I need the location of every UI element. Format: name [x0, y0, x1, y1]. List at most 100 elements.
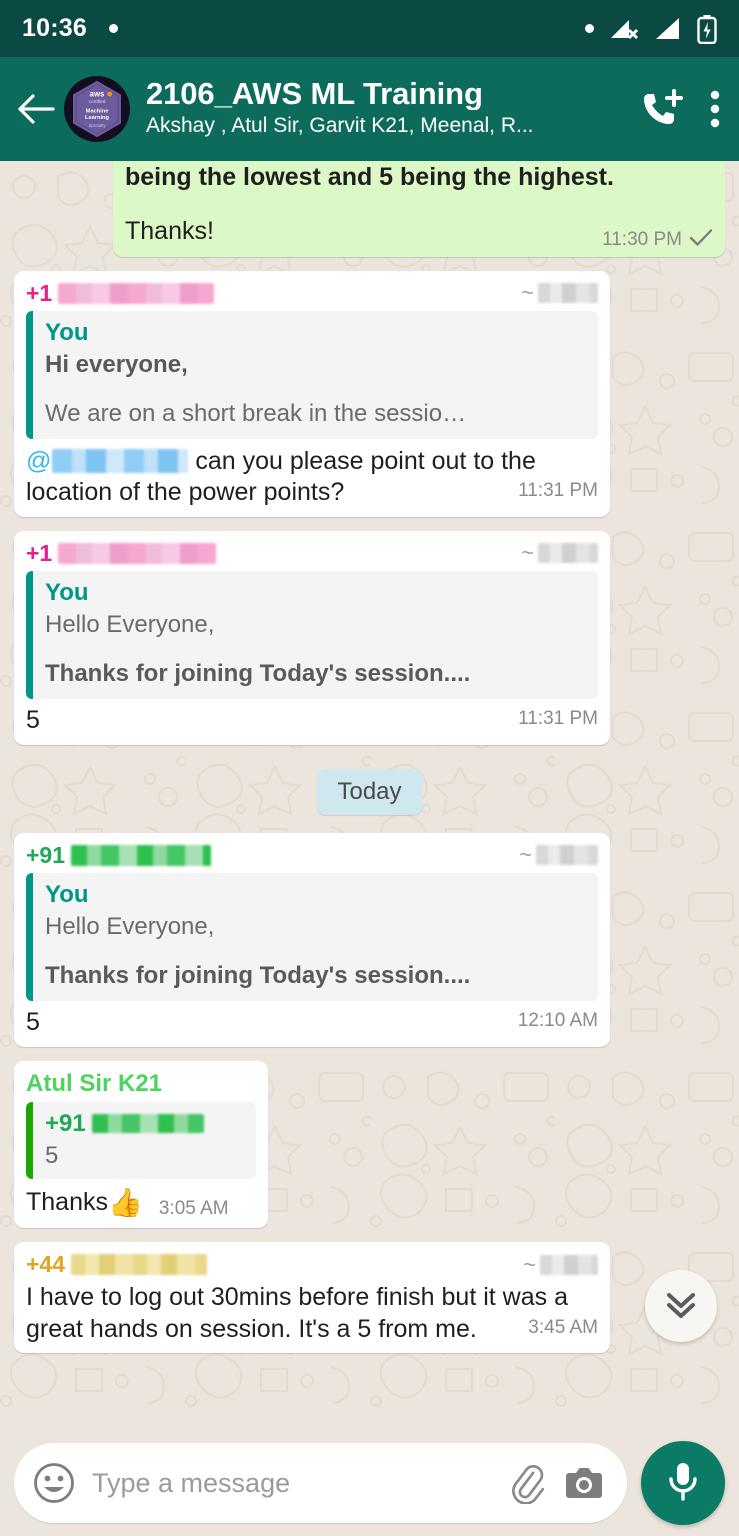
sender-display-name: Atul Sir K21 [26, 1069, 163, 1097]
quoted-reply[interactable]: You Hi everyone, We are on a short break… [26, 310, 598, 439]
microphone-icon [663, 1459, 703, 1508]
paperclip-icon[interactable] [505, 1462, 547, 1504]
message-row: Atul Sir K21 +91 5 Thanks 👍 3:05 AM [14, 1060, 725, 1229]
message-bubble-incoming[interactable]: +1 ~ You Hi everyone, We are on a short … [14, 270, 610, 517]
message-text: @ can you please point out to the locati… [26, 445, 598, 509]
quote-author-country-code: +91 [45, 1109, 86, 1137]
dot-icon [108, 24, 118, 33]
overflow-menu-icon[interactable] [709, 87, 721, 131]
quote-body: +91 5 [33, 1102, 256, 1179]
sender-name-row: +44 ~ [26, 1251, 598, 1278]
quote-author-row: +91 [45, 1110, 246, 1138]
quote-line: Hi everyone, [45, 350, 188, 378]
signal-no-service-icon [609, 16, 639, 42]
svg-text:Machine: Machine [86, 109, 109, 115]
message-row: +91 ~ You Hello Everyone, Thanks for joi… [14, 832, 725, 1047]
quote-line: Hello Everyone, [45, 912, 215, 940]
sender-name-row: +1 ~ [26, 540, 598, 567]
quote-line: Hello Everyone, [45, 610, 215, 638]
redacted-push-name [538, 283, 598, 303]
message-row: +1 ~ You Hello Everyone, Thanks for join… [14, 530, 725, 745]
timestamp: 12:10 AM [517, 1010, 598, 1032]
page-title: 2106_AWS ML Training [146, 78, 483, 111]
avatar[interactable]: aws certified Machine Learning Specialty [64, 76, 130, 142]
redacted-phone-number [71, 844, 212, 866]
aws-certified-machine-learning-badge-icon: aws certified Machine Learning Specialty [73, 80, 121, 138]
status-bar: 10:36 [0, 0, 739, 57]
timestamp: 11:31 PM [518, 480, 598, 502]
sent-check-icon [689, 228, 713, 253]
voice-record-button[interactable] [641, 1441, 725, 1525]
date-divider: Today [317, 768, 422, 815]
sender-country-code: +1 [26, 539, 53, 566]
message-bubble-incoming[interactable]: +91 ~ You Hello Everyone, Thanks for joi… [14, 832, 610, 1047]
status-bar-clock: 10:36 [22, 14, 87, 42]
camera-icon[interactable] [563, 1464, 605, 1502]
tilde-prefix: ~ [521, 280, 534, 305]
redacted-push-name [540, 1254, 598, 1275]
header-title-block[interactable]: 2106_AWS ML Training Akshay , Atul Sir, … [146, 78, 631, 139]
tilde-prefix: ~ [519, 842, 532, 868]
header-actions [639, 87, 721, 131]
message-meta: 11:30 PM [602, 228, 713, 253]
message-input-placeholder: Type a message [92, 1467, 291, 1498]
message-body: I have to log out 30mins before finish b… [26, 1283, 568, 1343]
message-row: +1 ~ You Hi everyone, We are on a short … [14, 270, 725, 517]
add-call-icon[interactable] [639, 87, 683, 131]
message-input-bar: Type a message [0, 1430, 739, 1536]
quote-body: You Hello Everyone, Thanks for joining T… [33, 571, 598, 699]
message-bubble-incoming[interactable]: +1 ~ You Hello Everyone, Thanks for join… [14, 530, 610, 745]
message-meta: 12:10 AM [518, 1009, 598, 1033]
quote-author: You [45, 318, 89, 346]
participants-list: Akshay , Atul Sir, Garvit K21, Meenal, R… [146, 114, 534, 138]
message-input-pill[interactable]: Type a message [14, 1443, 627, 1523]
sender-name-row: +1 ~ [26, 280, 598, 307]
back-arrow-icon[interactable] [14, 87, 58, 131]
message-text: Thanks! [125, 216, 214, 245]
tilde-prefix: ~ [523, 1251, 536, 1277]
message-meta: 3:05 AM [159, 1197, 229, 1221]
quoted-reply[interactable]: +91 5 [26, 1101, 256, 1179]
dot-icon [585, 24, 594, 33]
tilde-prefix: ~ [521, 540, 534, 566]
message-list: being the lowest and 5 being the highest… [0, 161, 739, 1430]
thumbs-up-emoji: 👍 [107, 1186, 143, 1218]
push-name: ~ [521, 280, 598, 306]
mention-at-symbol[interactable]: @ [26, 447, 51, 475]
quote-accent-bar [26, 872, 33, 1002]
message-bubble-incoming[interactable]: +44 ~ I have to log out 30mins before fi… [14, 1242, 610, 1354]
message-body: Thanks [26, 1187, 108, 1216]
quote-author: You [45, 880, 89, 908]
timestamp: 11:31 PM [518, 708, 598, 730]
svg-text:Specialty: Specialty [89, 123, 107, 128]
push-name: ~ [523, 1252, 598, 1278]
message-text: 5 11:31 PM [26, 705, 598, 737]
svg-text:certified: certified [89, 99, 106, 105]
chat-scroll-area[interactable]: being the lowest and 5 being the highest… [0, 161, 739, 1430]
message-body: 5 [26, 706, 40, 735]
message-text: Thanks 👍 3:05 AM [26, 1185, 256, 1220]
sender-name-row: +91 ~ [26, 842, 598, 869]
sender-country-code: +91 [26, 841, 66, 868]
svg-text:Learning: Learning [85, 115, 110, 121]
quote-line: 5 [45, 1141, 59, 1169]
search-input[interactable]: Type a message [92, 1468, 489, 1499]
message-meta: 11:31 PM [518, 707, 598, 731]
smiley-face-icon[interactable] [32, 1461, 76, 1505]
scroll-to-bottom-button[interactable] [645, 1270, 717, 1342]
svg-text:aws: aws [90, 89, 105, 98]
quote-accent-bar [26, 1101, 33, 1179]
quote-accent-bar [26, 570, 33, 700]
quote-body: You Hello Everyone, Thanks for joining T… [33, 873, 598, 1001]
quote-line: We are on a short break in the sessio… [45, 399, 467, 427]
redacted-push-name [536, 845, 598, 866]
signal-bars-icon [654, 16, 682, 42]
message-bubble-outgoing[interactable]: being the lowest and 5 being the highest… [113, 161, 725, 257]
quoted-reply[interactable]: You Hello Everyone, Thanks for joining T… [26, 872, 598, 1002]
message-bubble-incoming[interactable]: Atul Sir K21 +91 5 Thanks 👍 3:05 AM [14, 1060, 268, 1229]
quoted-reply[interactable]: You Hello Everyone, Thanks for joining T… [26, 570, 598, 700]
redacted-push-name [538, 543, 598, 564]
